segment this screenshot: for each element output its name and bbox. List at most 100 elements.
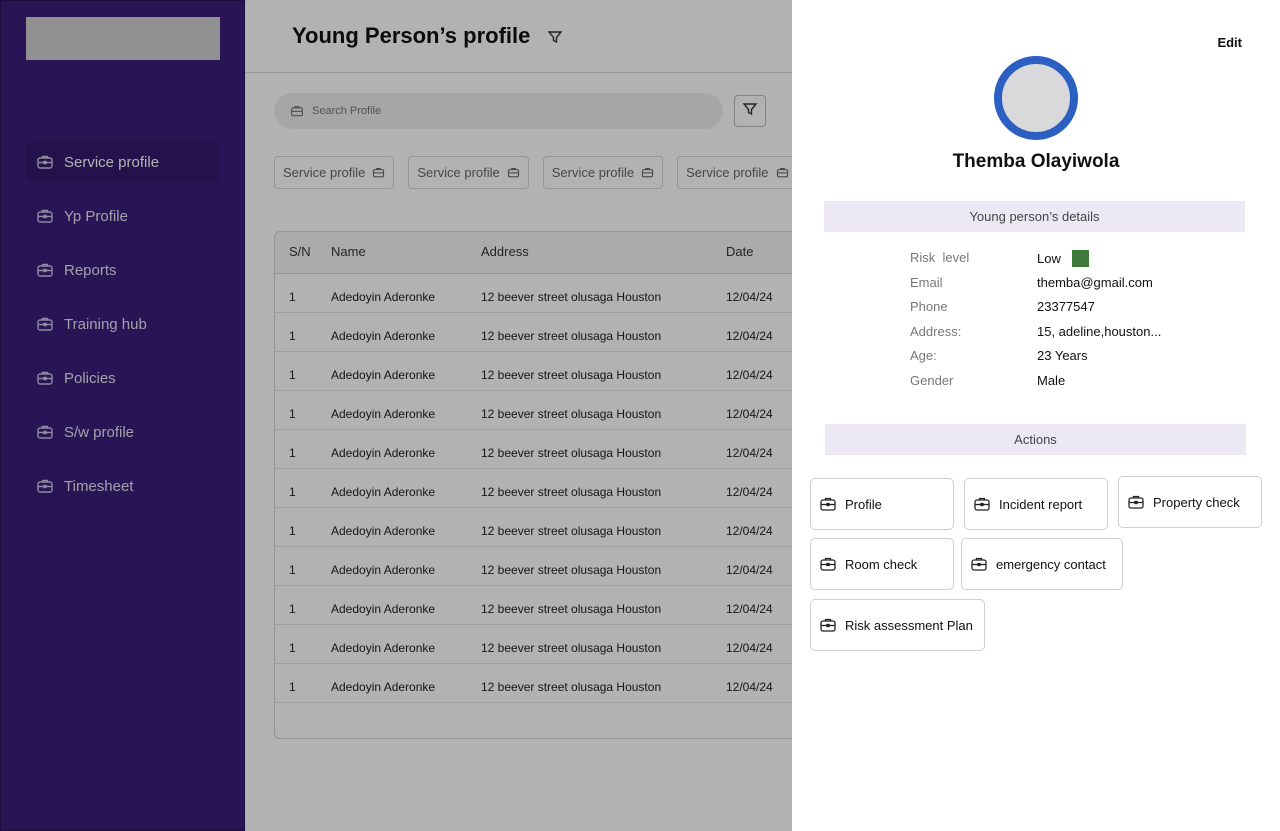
main-content: Young Person’s profile Search Profile Se… (245, 0, 792, 831)
table-row[interactable]: 1 Adedoyin Aderonke 12 beever street olusa… (275, 547, 792, 586)
detail-value: Male (1037, 372, 1066, 388)
detail-label: Risk level (910, 250, 970, 265)
edit-button[interactable]: Edit (1217, 35, 1242, 50)
detail-value: 23377547 (1037, 299, 1095, 314)
sidebar-item-timesheet[interactable]: Timesheet (26, 466, 219, 506)
sidebar-item-yp-profile[interactable]: Yp Profile (26, 196, 219, 236)
table-cell: 1 (289, 329, 296, 343)
detail-row-gender: Gender Male (910, 373, 1230, 398)
action-incident-report-button[interactable]: Incident report (964, 478, 1108, 530)
table-row[interactable]: 1 Adedoyin Aderonke 12 beever street olusa… (275, 586, 792, 625)
detail-row-age: Age: 23 Years (910, 348, 1230, 373)
briefcase-icon (970, 555, 988, 573)
table-cell: 12/04/24 (726, 485, 773, 499)
sidebar-item-service-profile[interactable]: Service profile (26, 142, 219, 182)
filter-chip[interactable]: Service profile (408, 156, 529, 189)
column-header[interactable]: Name (331, 244, 366, 259)
table-cell: 12/04/24 (726, 329, 773, 343)
briefcase-icon (36, 261, 54, 279)
briefcase-icon (819, 555, 837, 573)
table-cell: 1 (289, 641, 296, 655)
table-cell: 12 beever street olusaga Houston (481, 407, 662, 421)
sidebar-item-sw-profile[interactable]: S/w profile (26, 412, 219, 452)
action-emergency-contact-button[interactable]: emergency contact (961, 538, 1123, 590)
table-cell: Adedoyin Aderonke (331, 407, 436, 421)
detail-label: Address: (910, 323, 962, 339)
action-label: emergency contact (996, 556, 1106, 572)
sidebar-item-label: Reports (64, 261, 117, 279)
sidebar-item-label: Service profile (64, 153, 160, 171)
filter-chips: Service profile Service profile Service … (274, 156, 792, 189)
column-header[interactable]: Date (726, 244, 753, 259)
filter-icon[interactable] (547, 29, 563, 45)
logo-placeholder (26, 17, 220, 60)
table-cell: 12/04/24 (726, 446, 773, 460)
search-input[interactable]: Search Profile (274, 93, 723, 129)
table-cell: Adedoyin Aderonke (331, 446, 436, 460)
table-cell: 12 beever street olusaga Houston (481, 641, 662, 655)
briefcase-icon (36, 423, 54, 441)
table-cell: 1 (289, 446, 296, 460)
table-cell: 1 (289, 368, 296, 382)
detail-label: Age: (910, 348, 937, 363)
table-cell: 1 (289, 290, 296, 304)
briefcase-icon (1127, 493, 1145, 511)
sidebar-item-label: Timesheet (64, 477, 134, 495)
top-bar: Young Person’s profile (245, 0, 792, 73)
table-header: S/N Name Address Date (275, 232, 792, 274)
risk-level-value: Low (1037, 251, 1061, 266)
table-cell: Adedoyin Aderonke (331, 368, 436, 382)
table-row[interactable]: 1 Adedoyin Aderonke 12 beever street olusa… (275, 430, 792, 469)
filter-chip[interactable]: Service profile (542, 156, 664, 189)
briefcase-icon (36, 315, 54, 333)
detail-row-risk-level: Risk level Low (910, 250, 1230, 275)
table-cell: 12 beever street olusaga Houston (481, 329, 662, 343)
filter-chip[interactable]: Service profile (274, 156, 395, 189)
table-cell: 1 (289, 563, 296, 577)
filter-button[interactable] (734, 95, 766, 127)
action-label: Room check (845, 556, 918, 572)
chip-label: Service profile (417, 165, 500, 180)
sidebar-item-reports[interactable]: Reports (26, 250, 219, 290)
action-room-check-button[interactable]: Room check (810, 538, 954, 590)
filter-chip[interactable]: Service profile (677, 156, 792, 189)
table-cell: 12/04/24 (726, 407, 773, 421)
table-cell: Adedoyin Aderonke (331, 602, 436, 616)
details-list: Risk level Low Email themba@gmail.com Ph… (910, 250, 1230, 397)
briefcase-icon (819, 616, 837, 634)
table-row[interactable]: 1 Adedoyin Aderonke 12 beever street olusa… (275, 664, 792, 703)
profiles-table: S/N Name Address Date 1 Adedoyin Aderonke… (274, 231, 792, 739)
sidebar: Service profile Yp Profile Reports Train… (0, 0, 245, 831)
table-cell: Adedoyin Aderonke (331, 641, 436, 655)
table-row[interactable]: 1 Adedoyin Aderonke 12 beever street olusa… (275, 313, 792, 352)
detail-value: themba@gmail.com (1037, 274, 1153, 290)
sidebar-nav: Service profile Yp Profile Reports Train… (26, 142, 219, 520)
column-header[interactable]: S/N (289, 244, 311, 259)
table-cell: Adedoyin Aderonke (331, 524, 436, 538)
table-cell: 12/04/24 (726, 290, 773, 304)
risk-color-swatch (1071, 250, 1089, 267)
table-cell: Adedoyin Aderonke (331, 485, 436, 499)
action-label: Incident report (999, 496, 1083, 512)
table-row[interactable]: 1 Adedoyin Aderonke 12 beever street olusa… (275, 469, 792, 508)
table-cell: Adedoyin Aderonke (331, 680, 436, 694)
sidebar-item-label: S/w profile (64, 423, 135, 441)
action-risk-assessment-plan-button[interactable]: Risk assessment Plan (810, 599, 985, 651)
details-section-header: Young person’s details (824, 201, 1245, 232)
table-row[interactable]: 1 Adedoyin Aderonke 12 beever street olusa… (275, 274, 792, 313)
table-row[interactable]: 1 Adedoyin Aderonke 12 beever street olusa… (275, 352, 792, 391)
table-row[interactable]: 1 Adedoyin Aderonke 12 beever street olusa… (275, 508, 792, 547)
sidebar-item-training-hub[interactable]: Training hub (26, 304, 219, 344)
action-profile-button[interactable]: Profile (810, 478, 954, 530)
table-cell: 12 beever street olusaga Houston (481, 446, 662, 460)
action-property-check-button[interactable]: Property check (1118, 476, 1262, 528)
table-row[interactable]: 1 Adedoyin Aderonke 12 beever street olusa… (275, 391, 792, 430)
action-label: Profile (845, 496, 882, 512)
table-cell: 1 (289, 407, 296, 421)
sidebar-item-policies[interactable]: Policies (26, 358, 219, 398)
briefcase-icon (776, 166, 789, 179)
table-cell: 12/04/24 (726, 680, 773, 694)
column-header[interactable]: Address (481, 244, 529, 259)
table-row[interactable]: 1 Adedoyin Aderonke 12 beever street olusa… (275, 625, 792, 664)
detail-row-email: Email themba@gmail.com (910, 275, 1230, 300)
